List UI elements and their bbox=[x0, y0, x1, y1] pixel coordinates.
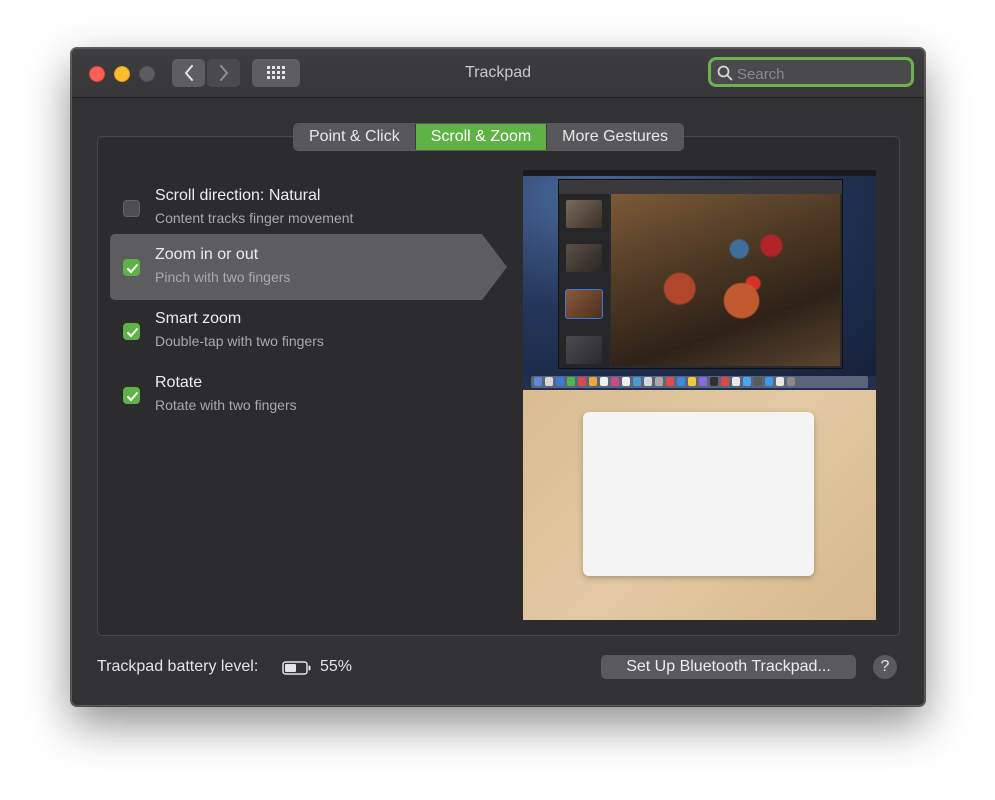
preview-thumbnail bbox=[566, 200, 602, 228]
scroll-direction-checkbox[interactable] bbox=[123, 200, 140, 217]
checkmark-icon bbox=[127, 392, 138, 401]
checkmark-icon bbox=[127, 328, 138, 337]
help-button[interactable]: ? bbox=[873, 655, 897, 679]
search-input[interactable] bbox=[735, 62, 909, 86]
tab-more-gestures[interactable]: More Gestures bbox=[547, 124, 683, 150]
option-title: Smart zoom bbox=[155, 310, 242, 327]
battery-icon bbox=[282, 661, 311, 675]
option-subtitle: Content tracks finger movement bbox=[155, 210, 354, 226]
option-subtitle: Rotate with two fingers bbox=[155, 397, 297, 413]
search-field[interactable] bbox=[708, 57, 914, 87]
preview-menu-bar bbox=[523, 170, 876, 176]
option-subtitle: Pinch with two fingers bbox=[155, 269, 291, 285]
preview-thumbnail bbox=[566, 244, 602, 272]
checkmark-icon bbox=[127, 264, 138, 273]
tab-bar: Point & Click Scroll & Zoom More Gesture… bbox=[293, 123, 684, 151]
smart-zoom-checkbox[interactable] bbox=[123, 323, 140, 340]
battery-percentage: 55% bbox=[320, 658, 353, 675]
preview-photo bbox=[611, 194, 840, 366]
setup-bluetooth-trackpad-button[interactable]: Set Up Bluetooth Trackpad... bbox=[601, 655, 856, 679]
preview-desk bbox=[523, 390, 876, 620]
option-smart-zoom[interactable]: Smart zoom Double-tap with two fingers bbox=[110, 298, 504, 364]
rotate-checkbox[interactable] bbox=[123, 387, 140, 404]
preview-thumbnail bbox=[565, 289, 603, 319]
preview-app-window bbox=[558, 179, 843, 369]
option-zoom-in-or-out[interactable]: Zoom in or out Pinch with two fingers bbox=[110, 234, 507, 300]
trackpad-window: Trackpad Point & Click Scroll & Zoom Mor… bbox=[71, 48, 925, 706]
gesture-preview-video bbox=[523, 170, 876, 620]
preview-dock bbox=[531, 376, 868, 388]
battery-label: Trackpad battery level: bbox=[97, 658, 259, 675]
preview-screen bbox=[523, 170, 876, 390]
option-rotate[interactable]: Rotate Rotate with two fingers bbox=[110, 362, 504, 428]
option-title: Rotate bbox=[155, 374, 203, 391]
tab-scroll-and-zoom[interactable]: Scroll & Zoom bbox=[415, 124, 548, 150]
option-subtitle: Double-tap with two fingers bbox=[155, 333, 324, 349]
option-title: Scroll direction: Natural bbox=[155, 187, 321, 204]
zoom-checkbox[interactable] bbox=[123, 259, 140, 276]
title-bar: Trackpad bbox=[72, 49, 924, 98]
tab-point-and-click[interactable]: Point & Click bbox=[294, 124, 416, 150]
option-scroll-direction[interactable]: Scroll direction: Natural Content tracks… bbox=[110, 175, 504, 241]
search-icon bbox=[717, 65, 733, 81]
preview-app-toolbar bbox=[559, 180, 842, 194]
option-title: Zoom in or out bbox=[155, 246, 259, 263]
preview-trackpad bbox=[583, 412, 814, 576]
preview-thumbnail bbox=[566, 336, 602, 364]
preview-sidebar bbox=[559, 194, 609, 368]
